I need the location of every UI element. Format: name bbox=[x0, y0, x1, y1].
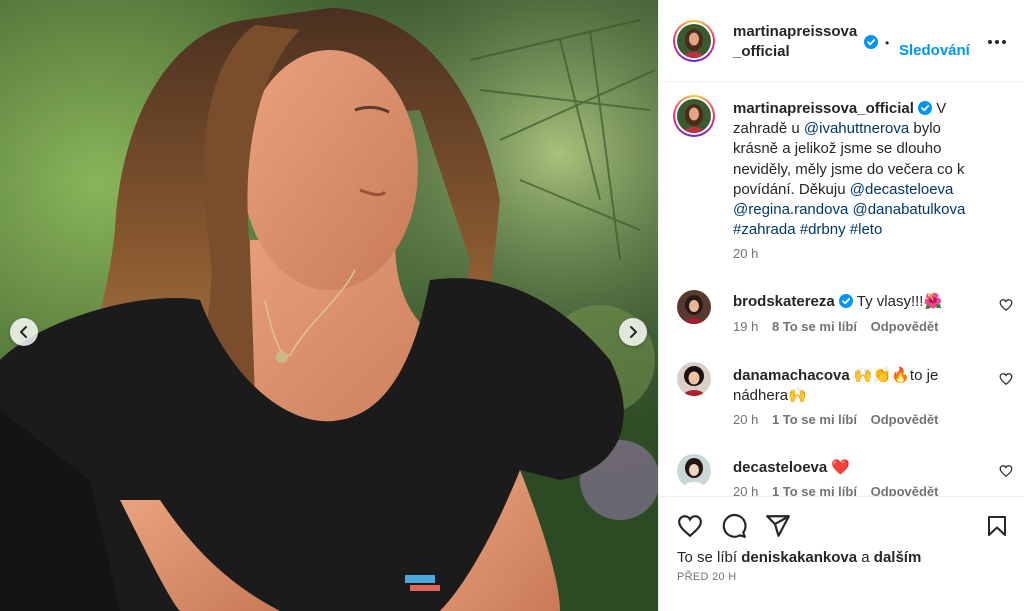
comment-time[interactable]: 19 h bbox=[733, 319, 758, 334]
post-actions: To se líbí deniskakankova a dalším PŘED … bbox=[659, 496, 1024, 611]
comment-meta: 20 h 1 To se mi líbí Odpovědět bbox=[733, 484, 938, 496]
mention-link[interactable]: @regina.randova bbox=[733, 201, 848, 218]
post-timestamp[interactable]: PŘED 20 H bbox=[677, 571, 737, 583]
caption-avatar[interactable] bbox=[673, 95, 715, 137]
following-button[interactable]: Sledování bbox=[899, 42, 970, 59]
post-photo[interactable] bbox=[0, 0, 658, 611]
comment-text-block: danamachacova 🙌👏🔥to je nádhera🙌 bbox=[733, 366, 973, 406]
liked-user-link[interactable]: deniskakankova bbox=[741, 549, 857, 566]
verified-badge-icon bbox=[864, 35, 878, 49]
comment-text: ❤️ bbox=[831, 459, 851, 476]
heart-icon[interactable] bbox=[999, 372, 1013, 386]
caption-time[interactable]: 20 h bbox=[733, 246, 758, 261]
comment-icon[interactable] bbox=[721, 513, 747, 539]
reply-button[interactable]: Odpovědět bbox=[871, 484, 939, 496]
reply-button[interactable]: Odpovědět bbox=[871, 412, 939, 427]
hashtag-link[interactable]: #leto bbox=[850, 221, 883, 238]
chevron-left-icon bbox=[20, 326, 27, 338]
heart-icon[interactable] bbox=[677, 513, 703, 539]
avatar-image bbox=[677, 362, 711, 396]
liked-prefix: To se líbí bbox=[677, 549, 742, 566]
mention-link[interactable]: @danabatulkova bbox=[852, 201, 965, 218]
comment-username[interactable]: decasteloeva bbox=[733, 459, 827, 476]
mention-link[interactable]: @decasteloeva bbox=[850, 181, 954, 198]
avatar-image bbox=[677, 99, 711, 133]
author-username[interactable]: martinapreissova_official bbox=[733, 22, 865, 62]
avatar-image bbox=[677, 290, 711, 324]
heart-icon[interactable] bbox=[999, 298, 1013, 312]
liked-others-link[interactable]: dalším bbox=[874, 549, 922, 566]
comment-username[interactable]: brodskatereza bbox=[733, 293, 835, 310]
mention-link[interactable]: @ivahuttnerova bbox=[804, 120, 909, 137]
carousel-next-button[interactable] bbox=[619, 318, 647, 346]
post-header: martinapreissova_official • Sledování bbox=[659, 0, 1024, 82]
comment-likes[interactable]: 1 To se mi líbí bbox=[772, 484, 857, 496]
separator-dot: • bbox=[885, 36, 890, 50]
comment-username[interactable]: danamachacova bbox=[733, 367, 850, 384]
author-avatar[interactable] bbox=[673, 20, 715, 62]
comment-likes[interactable]: 8 To se mi líbí bbox=[772, 319, 857, 334]
commenter-avatar[interactable] bbox=[677, 454, 711, 488]
comment-text-block: decasteloeva ❤️ bbox=[733, 458, 973, 478]
reply-button[interactable]: Odpovědět bbox=[871, 319, 939, 334]
avatar-image bbox=[677, 454, 711, 488]
comment-text: Ty vlasy!!!🌺 bbox=[856, 293, 943, 310]
comment-time[interactable]: 20 h bbox=[733, 484, 758, 496]
post-sidebar: martinapreissova_official • Sledování ma… bbox=[658, 0, 1024, 611]
post-caption: martinapreissova_official V zahradě u @i… bbox=[733, 99, 989, 240]
commenter-avatar[interactable] bbox=[677, 290, 711, 324]
verified-badge-icon bbox=[918, 101, 933, 115]
paper-plane-icon[interactable] bbox=[765, 513, 791, 539]
liked-by-text: To se líbí deniskakankova a dalším bbox=[677, 549, 921, 566]
post-image bbox=[0, 0, 658, 611]
comment-meta: 19 h 8 To se mi líbí Odpovědět bbox=[733, 319, 938, 334]
comments-feed[interactable]: martinapreissova_official V zahradě u @i… bbox=[659, 83, 1024, 496]
carousel-prev-button[interactable] bbox=[10, 318, 38, 346]
heart-icon[interactable] bbox=[999, 464, 1013, 478]
liked-mid: a bbox=[857, 549, 874, 566]
chevron-right-icon bbox=[630, 326, 637, 338]
comment-text-block: brodskatereza Ty vlasy!!!🌺 bbox=[733, 292, 973, 312]
commenter-avatar[interactable] bbox=[677, 362, 711, 396]
hashtag-link[interactable]: #drbny bbox=[800, 221, 846, 238]
caption-username[interactable]: martinapreissova_official bbox=[733, 100, 914, 117]
hashtag-link[interactable]: #zahrada bbox=[733, 221, 796, 238]
comment-likes[interactable]: 1 To se mi líbí bbox=[772, 412, 857, 427]
comment-meta: 20 h 1 To se mi líbí Odpovědět bbox=[733, 412, 938, 427]
comment-time[interactable]: 20 h bbox=[733, 412, 758, 427]
more-horizontal-icon[interactable] bbox=[987, 34, 1007, 50]
avatar-image bbox=[677, 24, 711, 58]
verified-badge-icon bbox=[838, 294, 853, 308]
bookmark-icon[interactable] bbox=[985, 513, 1009, 539]
